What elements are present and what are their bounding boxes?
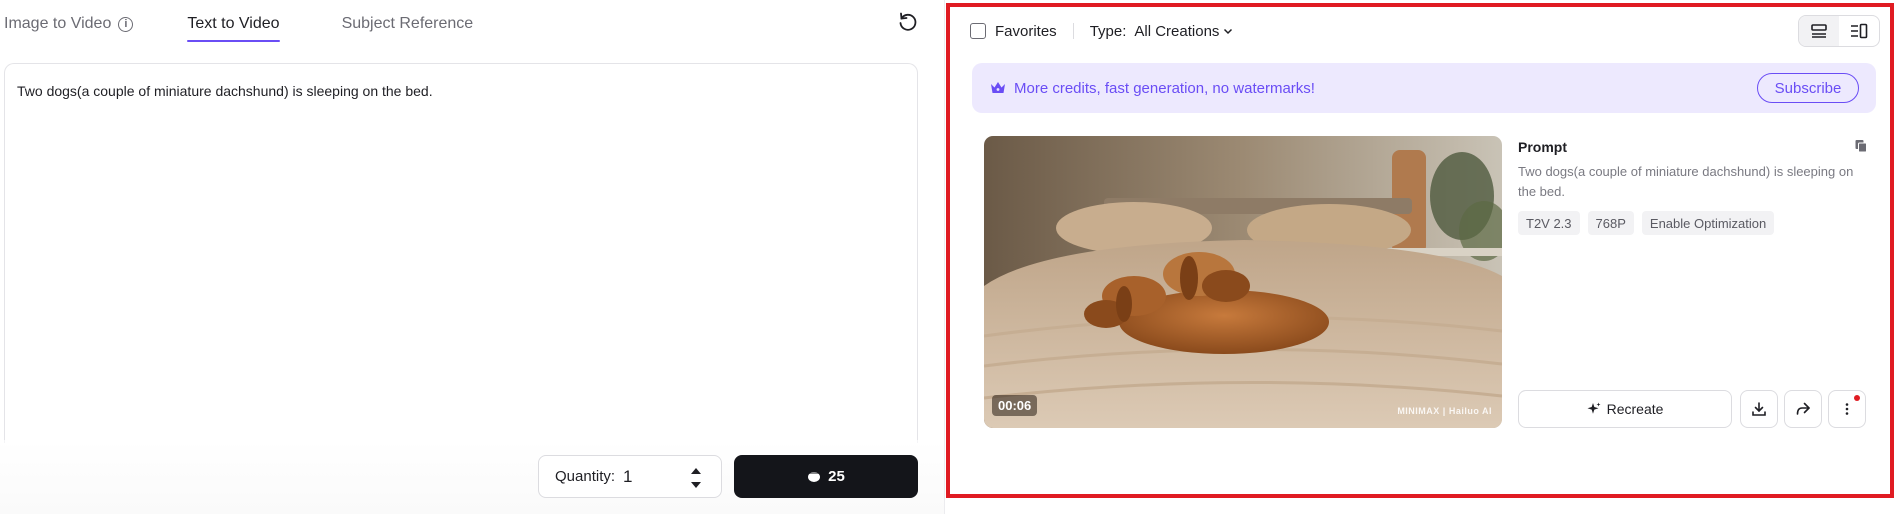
more-icon (1845, 403, 1849, 415)
recreate-button[interactable]: Recreate (1518, 390, 1732, 428)
banner-text: More credits, fast generation, no waterm… (1014, 79, 1315, 97)
share-button[interactable] (1784, 390, 1822, 428)
detail-view-icon[interactable] (1839, 16, 1879, 46)
generate-button[interactable]: 25 (734, 455, 918, 498)
tab-label: Text to Video (187, 15, 280, 32)
promo-banner: More credits, fast generation, no waterm… (972, 63, 1876, 113)
prompt-textarea[interactable]: Two dogs(a couple of miniature dachshund… (4, 63, 918, 443)
chevron-down-icon (1224, 28, 1233, 35)
copy-icon[interactable] (1854, 139, 1868, 153)
credit-icon (808, 471, 821, 482)
generate-cost: 25 (828, 468, 845, 485)
creations-panel: Favorites Type: All Creations More credi… (946, 3, 1894, 498)
optimization-tag: Enable Optimization (1641, 211, 1775, 235)
quantity-stepper[interactable]: Quantity: 1 (538, 455, 722, 498)
crown-icon (991, 82, 1005, 93)
tab-subject-reference[interactable]: Subject Reference (342, 0, 474, 48)
filter-separator (1072, 23, 1074, 39)
left-panel: Image to Video i Text to Video Subject R… (0, 0, 944, 514)
tab-text-to-video[interactable]: Text to Video (179, 0, 287, 48)
view-toggle (1798, 15, 1880, 47)
mode-tabs: Image to Video i Text to Video Subject R… (4, 0, 527, 48)
prompt-description: Two dogs(a couple of miniature dachshund… (1518, 164, 1854, 199)
filter-row: Favorites Type: All Creations (970, 19, 1233, 43)
tab-label: Image to Video (4, 15, 112, 32)
info-icon[interactable]: i (118, 16, 134, 32)
type-dropdown[interactable]: All Creations (1134, 23, 1233, 40)
share-icon (1796, 402, 1810, 415)
recreate-label: Recreate (1606, 401, 1664, 417)
notification-dot (1854, 395, 1860, 401)
download-button[interactable] (1740, 390, 1778, 428)
favorites-checkbox[interactable] (970, 23, 986, 39)
video-frame-image (984, 136, 1502, 428)
prompt-text: Two dogs(a couple of miniature dachshund… (17, 83, 433, 99)
quantity-value: 1 (623, 466, 633, 486)
type-value: All Creations (1134, 22, 1220, 40)
download-icon (1752, 402, 1766, 416)
panel-divider (944, 0, 945, 514)
favorites-label: Favorites (995, 22, 1057, 40)
video-duration: 00:06 (992, 395, 1038, 416)
creation-tags: T2V 2.3 768P Enable Optimization (1518, 211, 1782, 235)
quantity-label: Quantity: (555, 468, 616, 485)
model-tag: T2V 2.3 (1518, 211, 1580, 235)
type-label: Type: (1089, 22, 1127, 40)
subscribe-button[interactable]: Subscribe (1757, 73, 1859, 103)
stepper-icon[interactable] (689, 465, 703, 491)
list-view-icon[interactable] (1799, 16, 1839, 46)
resolution-tag: 768P (1587, 211, 1634, 235)
tab-label: Subject Reference (341, 15, 474, 32)
video-thumbnail[interactable]: 00:06 MINIMAX | Hailuo AI (984, 136, 1502, 428)
more-button[interactable] (1828, 390, 1866, 428)
tab-image-to-video[interactable]: Image to Video i (4, 0, 134, 48)
creation-details: Prompt Two dogs(a couple of miniature da… (1518, 136, 1868, 428)
prompt-title: Prompt (1518, 139, 1567, 155)
reset-icon[interactable] (896, 10, 920, 34)
sparkle-icon (1587, 402, 1601, 414)
video-watermark: MINIMAX | Hailuo AI (1397, 406, 1492, 416)
